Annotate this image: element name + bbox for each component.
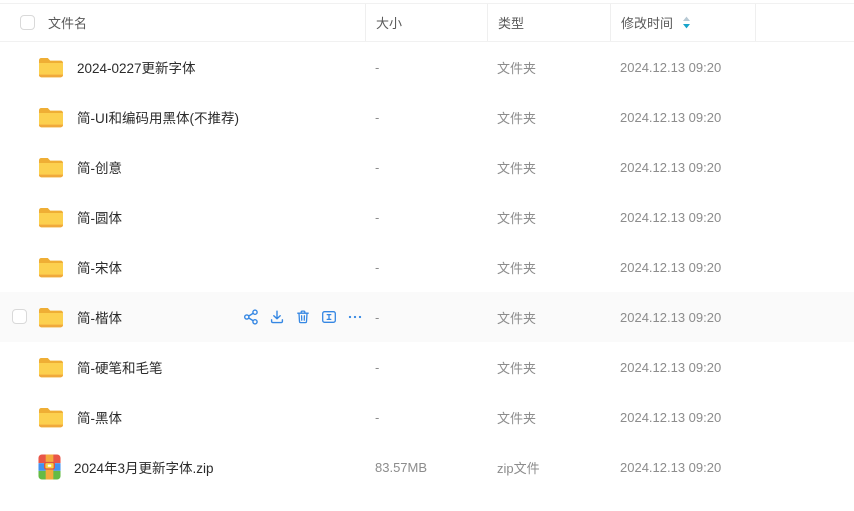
name-cell: 2024-0227更新字体 [0, 56, 365, 78]
file-name[interactable]: 简-创意 [77, 157, 122, 177]
file-name[interactable]: 简-UI和编码用黑体(不推荐) [77, 107, 239, 127]
file-modified: 2024.12.13 09:20 [610, 60, 755, 75]
more-icon[interactable] [347, 309, 363, 325]
file-size: - [365, 310, 487, 325]
file-size: 83.57MB [365, 460, 487, 475]
select-all-checkbox[interactable] [20, 15, 35, 30]
file-name[interactable]: 简-楷体 [77, 307, 122, 327]
table-row[interactable]: 简-宋体 - 文件夹 2024.12.13 09:20 [0, 242, 854, 292]
download-icon[interactable] [269, 309, 285, 325]
table-row[interactable]: 简-硬笔和毛笔 - 文件夹 2024.12.13 09:20 [0, 342, 854, 392]
folder-icon [38, 206, 64, 228]
folder-icon [38, 106, 64, 128]
file-modified: 2024.12.13 09:20 [610, 210, 755, 225]
column-header-name: 文件名 [0, 4, 365, 41]
file-name[interactable]: 简-圆体 [77, 207, 122, 227]
file-modified: 2024.12.13 09:20 [610, 410, 755, 425]
file-modified: 2024.12.13 09:20 [610, 360, 755, 375]
rename-icon[interactable] [321, 309, 337, 325]
folder-icon [38, 306, 64, 328]
name-cell: 简-黑体 [0, 406, 365, 428]
folder-icon [38, 406, 64, 428]
folder-icon [38, 356, 64, 378]
file-modified: 2024.12.13 09:20 [610, 460, 755, 475]
file-modified: 2024.12.13 09:20 [610, 160, 755, 175]
file-type: 文件夹 [487, 58, 610, 77]
file-name[interactable]: 简-宋体 [77, 257, 122, 277]
file-type: 文件夹 [487, 258, 610, 277]
table-row[interactable]: 简-黑体 - 文件夹 2024.12.13 09:20 [0, 392, 854, 442]
file-list: 文件名 大小 类型 修改时间 [0, 3, 854, 492]
file-name[interactable]: 2024-0227更新字体 [77, 57, 196, 77]
column-header-type: 类型 [487, 4, 610, 41]
column-label-modified: 修改时间 [621, 13, 673, 32]
list-header: 文件名 大小 类型 修改时间 [0, 3, 854, 42]
table-row[interactable]: 2024-0227更新字体 - 文件夹 2024.12.13 09:20 [0, 42, 854, 92]
file-type: 文件夹 [487, 158, 610, 177]
name-cell: 简-创意 [0, 156, 365, 178]
zip-file-icon [38, 454, 61, 480]
file-type: 文件夹 [487, 208, 610, 227]
table-row[interactable]: 2024年3月更新字体.zip 83.57MB zip文件 2024.12.13… [0, 442, 854, 492]
file-type: 文件夹 [487, 108, 610, 127]
folder-icon [38, 156, 64, 178]
name-cell: 简-圆体 [0, 206, 365, 228]
table-row[interactable]: 简-UI和编码用黑体(不推荐) - 文件夹 2024.12.13 09:20 [0, 92, 854, 142]
file-modified: 2024.12.13 09:20 [610, 260, 755, 275]
file-size: - [365, 110, 487, 125]
name-cell: 简-硬笔和毛笔 [0, 356, 365, 378]
file-modified: 2024.12.13 09:20 [610, 310, 755, 325]
column-header-size: 大小 [365, 4, 487, 41]
file-type: 文件夹 [487, 358, 610, 377]
column-label-type: 类型 [498, 13, 524, 32]
name-cell: 2024年3月更新字体.zip [0, 454, 365, 480]
name-cell: 简-UI和编码用黑体(不推荐) [0, 106, 365, 128]
folder-icon [38, 256, 64, 278]
file-modified: 2024.12.13 09:20 [610, 110, 755, 125]
file-size: - [365, 360, 487, 375]
file-size: - [365, 60, 487, 75]
row-actions [243, 292, 363, 342]
file-type: zip文件 [487, 458, 610, 477]
table-row[interactable]: 简-圆体 - 文件夹 2024.12.13 09:20 [0, 192, 854, 242]
file-size: - [365, 160, 487, 175]
file-name[interactable]: 2024年3月更新字体.zip [74, 457, 214, 477]
row-checkbox[interactable] [12, 309, 27, 324]
sort-icon[interactable] [682, 16, 691, 29]
file-rows: 2024-0227更新字体 - 文件夹 2024.12.13 09:20 [0, 42, 854, 492]
file-name[interactable]: 简-黑体 [77, 407, 122, 427]
name-cell: 简-宋体 [0, 256, 365, 278]
file-type: 文件夹 [487, 408, 610, 427]
folder-icon [38, 56, 64, 78]
column-label-size: 大小 [376, 13, 402, 32]
trash-icon[interactable] [295, 309, 311, 325]
table-row[interactable]: 简-创意 - 文件夹 2024.12.13 09:20 [0, 142, 854, 192]
column-header-modified: 修改时间 [610, 4, 755, 41]
file-size: - [365, 210, 487, 225]
column-label-name: 文件名 [48, 13, 87, 32]
file-name[interactable]: 简-硬笔和毛笔 [77, 357, 163, 377]
column-header-extra [755, 4, 854, 41]
file-size: - [365, 410, 487, 425]
table-row[interactable]: 简-楷体 - 文件夹 2024.12.13 09:20 [0, 292, 854, 342]
file-type: 文件夹 [487, 308, 610, 327]
share-icon[interactable] [243, 309, 259, 325]
file-size: - [365, 260, 487, 275]
